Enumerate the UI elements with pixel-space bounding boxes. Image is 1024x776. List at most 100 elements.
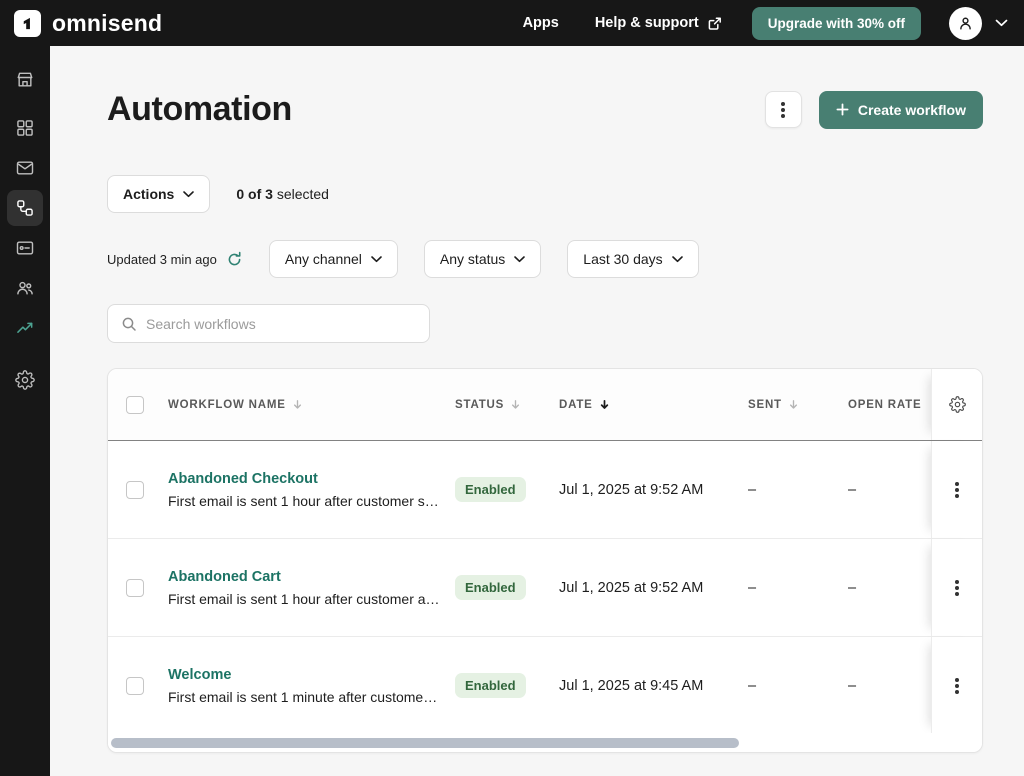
kebab-icon <box>781 107 786 112</box>
bulk-actions-row: Actions 0 of 3 selected <box>107 175 983 213</box>
column-label: OPEN RATE <box>848 398 922 411</box>
sent-value: – <box>748 481 757 498</box>
main-content: Automation Create workflow Actions 0 of … <box>50 46 1024 776</box>
account-menu[interactable] <box>949 6 1008 40</box>
workflow-description: First email is sent 1 minute after custo… <box>168 688 438 705</box>
column-header-status[interactable]: STATUS <box>455 399 559 411</box>
filters-row: Updated 3 min ago Any channel Any status… <box>107 240 983 278</box>
nav-help-label: Help & support <box>594 15 699 31</box>
sidebar-item-reports[interactable] <box>7 310 43 346</box>
table-header-row: WORKFLOW NAME STATUS DATE SENT OPEN RATE <box>108 369 982 441</box>
column-settings-button[interactable] <box>931 369 982 440</box>
sidebar-item-automation[interactable] <box>7 190 43 226</box>
updated-status: Updated 3 min ago <box>107 251 243 268</box>
page-title: Automation <box>107 90 292 128</box>
actions-dropdown[interactable]: Actions <box>107 175 211 213</box>
status-filter-label: Any status <box>439 251 506 267</box>
create-workflow-button[interactable]: Create workflow <box>818 90 983 129</box>
open-rate-value: – <box>848 481 857 498</box>
sort-down-icon <box>788 399 799 410</box>
chevron-down-icon <box>514 255 526 263</box>
workflow-date: Jul 1, 2025 at 9:45 AM <box>559 677 704 694</box>
row-checkbox[interactable] <box>108 637 168 734</box>
open-rate-value: – <box>848 579 857 596</box>
row-menu-button[interactable] <box>931 539 982 636</box>
reports-icon <box>15 318 35 338</box>
column-header-open-rate[interactable]: OPEN RATE <box>848 399 931 411</box>
kebab-icon <box>955 487 959 492</box>
sort-down-icon <box>292 399 303 410</box>
open-rate-value: – <box>848 677 857 694</box>
column-label: DATE <box>559 398 593 411</box>
sort-down-icon <box>510 399 521 410</box>
column-header-workflow-name[interactable]: WORKFLOW NAME <box>168 399 455 411</box>
chevron-down-icon <box>183 190 195 198</box>
column-header-date[interactable]: DATE <box>559 399 748 411</box>
page-header: Automation Create workflow <box>107 90 983 129</box>
chevron-down-icon <box>671 255 683 263</box>
workflow-date: Jul 1, 2025 at 9:52 AM <box>559 579 704 596</box>
workflow-link[interactable]: Abandoned Cart <box>168 569 445 585</box>
sidebar-item-store[interactable] <box>7 62 43 98</box>
audience-icon <box>15 278 35 298</box>
chevron-down-icon <box>371 255 382 263</box>
channel-filter-dropdown[interactable]: Any channel <box>268 240 398 278</box>
sidebar-item-audience[interactable] <box>7 270 43 306</box>
status-badge: Enabled <box>455 575 526 600</box>
nav-apps[interactable]: Apps <box>523 15 559 31</box>
more-actions-button[interactable] <box>764 91 802 128</box>
checkbox-icon <box>126 578 144 597</box>
store-icon <box>15 70 35 90</box>
sidebar-item-dashboard[interactable] <box>7 110 43 146</box>
nav-help-support[interactable]: Help & support <box>595 15 722 31</box>
status-badge: Enabled <box>455 477 526 502</box>
sidebar-item-campaigns[interactable] <box>7 150 43 186</box>
page-header-actions: Create workflow <box>764 90 983 129</box>
brand-wordmark: omnisend <box>52 9 163 36</box>
row-menu-button[interactable] <box>931 637 982 734</box>
search-input[interactable] <box>146 315 416 332</box>
table-row: Abandoned Checkout First email is sent 1… <box>108 441 982 539</box>
nav-apps-label: Apps <box>522 15 559 31</box>
sidebar-item-forms[interactable] <box>7 230 43 266</box>
workflow-link[interactable]: Welcome <box>168 667 445 683</box>
topbar-nav: Apps Help & support <box>523 15 722 31</box>
workflow-description: First email is sent 1 hour after custome… <box>168 590 440 607</box>
table-row: Welcome First email is sent 1 minute aft… <box>108 637 982 735</box>
status-filter-dropdown[interactable]: Any status <box>423 240 542 278</box>
create-workflow-label: Create workflow <box>857 101 966 118</box>
automation-icon <box>15 198 35 218</box>
sent-value: – <box>748 677 757 694</box>
date-range-filter-label: Last 30 days <box>583 251 663 267</box>
workflow-link[interactable]: Abandoned Checkout <box>168 471 445 487</box>
column-label: STATUS <box>455 398 505 411</box>
horizontal-scrollbar <box>108 733 982 752</box>
selection-suffix: selected <box>276 186 329 202</box>
row-menu-button[interactable] <box>931 441 982 538</box>
avatar <box>949 6 982 40</box>
row-checkbox[interactable] <box>108 441 168 538</box>
selection-count: 0 of 3 <box>236 186 273 202</box>
omnisend-logo-icon <box>14 9 41 37</box>
upgrade-button[interactable]: Upgrade with 30% off <box>751 6 921 40</box>
kebab-icon <box>955 585 959 590</box>
horizontal-scrollbar-thumb[interactable] <box>111 738 739 748</box>
row-checkbox[interactable] <box>108 539 168 636</box>
search-workflows-box <box>107 304 430 343</box>
sidebar <box>0 46 50 776</box>
selection-status: 0 of 3 selected <box>236 186 329 202</box>
date-range-filter-dropdown[interactable]: Last 30 days <box>567 240 699 278</box>
search-icon <box>121 316 137 332</box>
chevron-down-icon <box>995 19 1008 27</box>
sidebar-item-settings[interactable] <box>7 362 43 398</box>
checkbox-icon <box>126 395 144 414</box>
gear-icon <box>948 396 966 413</box>
select-all-checkbox[interactable] <box>108 369 168 440</box>
refresh-icon[interactable] <box>226 251 243 268</box>
forms-icon <box>15 238 35 258</box>
column-header-sent[interactable]: SENT <box>748 399 848 411</box>
status-badge: Enabled <box>455 673 526 698</box>
topbar: omnisend Apps Help & support Upgrade wit… <box>0 0 1024 46</box>
sent-value: – <box>748 579 757 596</box>
plus-icon <box>836 103 849 116</box>
